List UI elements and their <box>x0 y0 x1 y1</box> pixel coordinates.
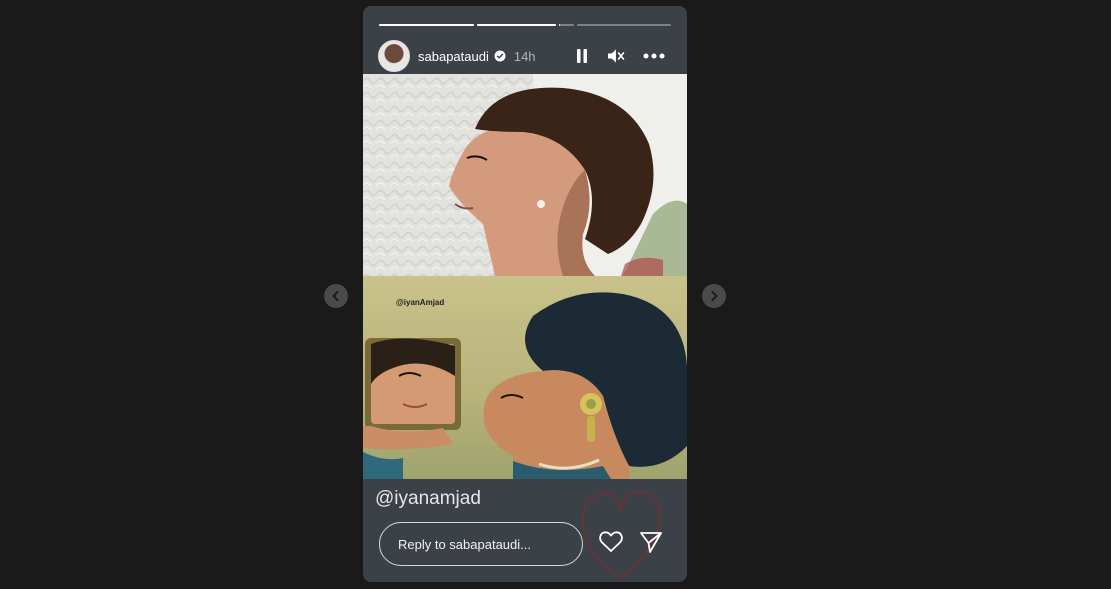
story-photo-bottom: @iyanAmjad <box>363 276 687 479</box>
story-media[interactable]: @iyanAmjad <box>363 74 687 479</box>
story-progress-bar <box>379 24 671 26</box>
verified-badge-icon <box>494 50 506 62</box>
story-caption: @iyanamjad <box>375 488 481 509</box>
story-header: sabapataudi 14h <box>363 38 687 74</box>
story-viewer[interactable]: sabapataudi 14h @iyanAmjad @iyanamjad Re… <box>363 6 687 582</box>
muted-speaker-icon[interactable] <box>607 48 625 64</box>
username[interactable]: sabapataudi <box>418 49 489 64</box>
share-button[interactable] <box>639 531 663 558</box>
progress-segment <box>558 24 574 26</box>
more-options-icon[interactable] <box>643 53 665 59</box>
media-watermark: @iyanAmjad <box>396 298 445 307</box>
like-button[interactable] <box>599 531 623 558</box>
pause-icon[interactable] <box>575 48 589 64</box>
reply-input[interactable] <box>379 522 583 566</box>
progress-segment <box>576 24 671 26</box>
send-icon <box>640 532 662 553</box>
progress-segment <box>477 24 556 26</box>
avatar[interactable] <box>378 40 410 72</box>
heart-icon <box>599 531 623 552</box>
chevron-left-icon <box>332 291 339 301</box>
next-story-button[interactable] <box>702 284 726 308</box>
story-photo-top <box>363 74 687 276</box>
chevron-right-icon <box>711 291 718 301</box>
post-time: 14h <box>513 48 536 64</box>
progress-segment <box>379 24 475 26</box>
previous-story-button[interactable] <box>324 284 348 308</box>
